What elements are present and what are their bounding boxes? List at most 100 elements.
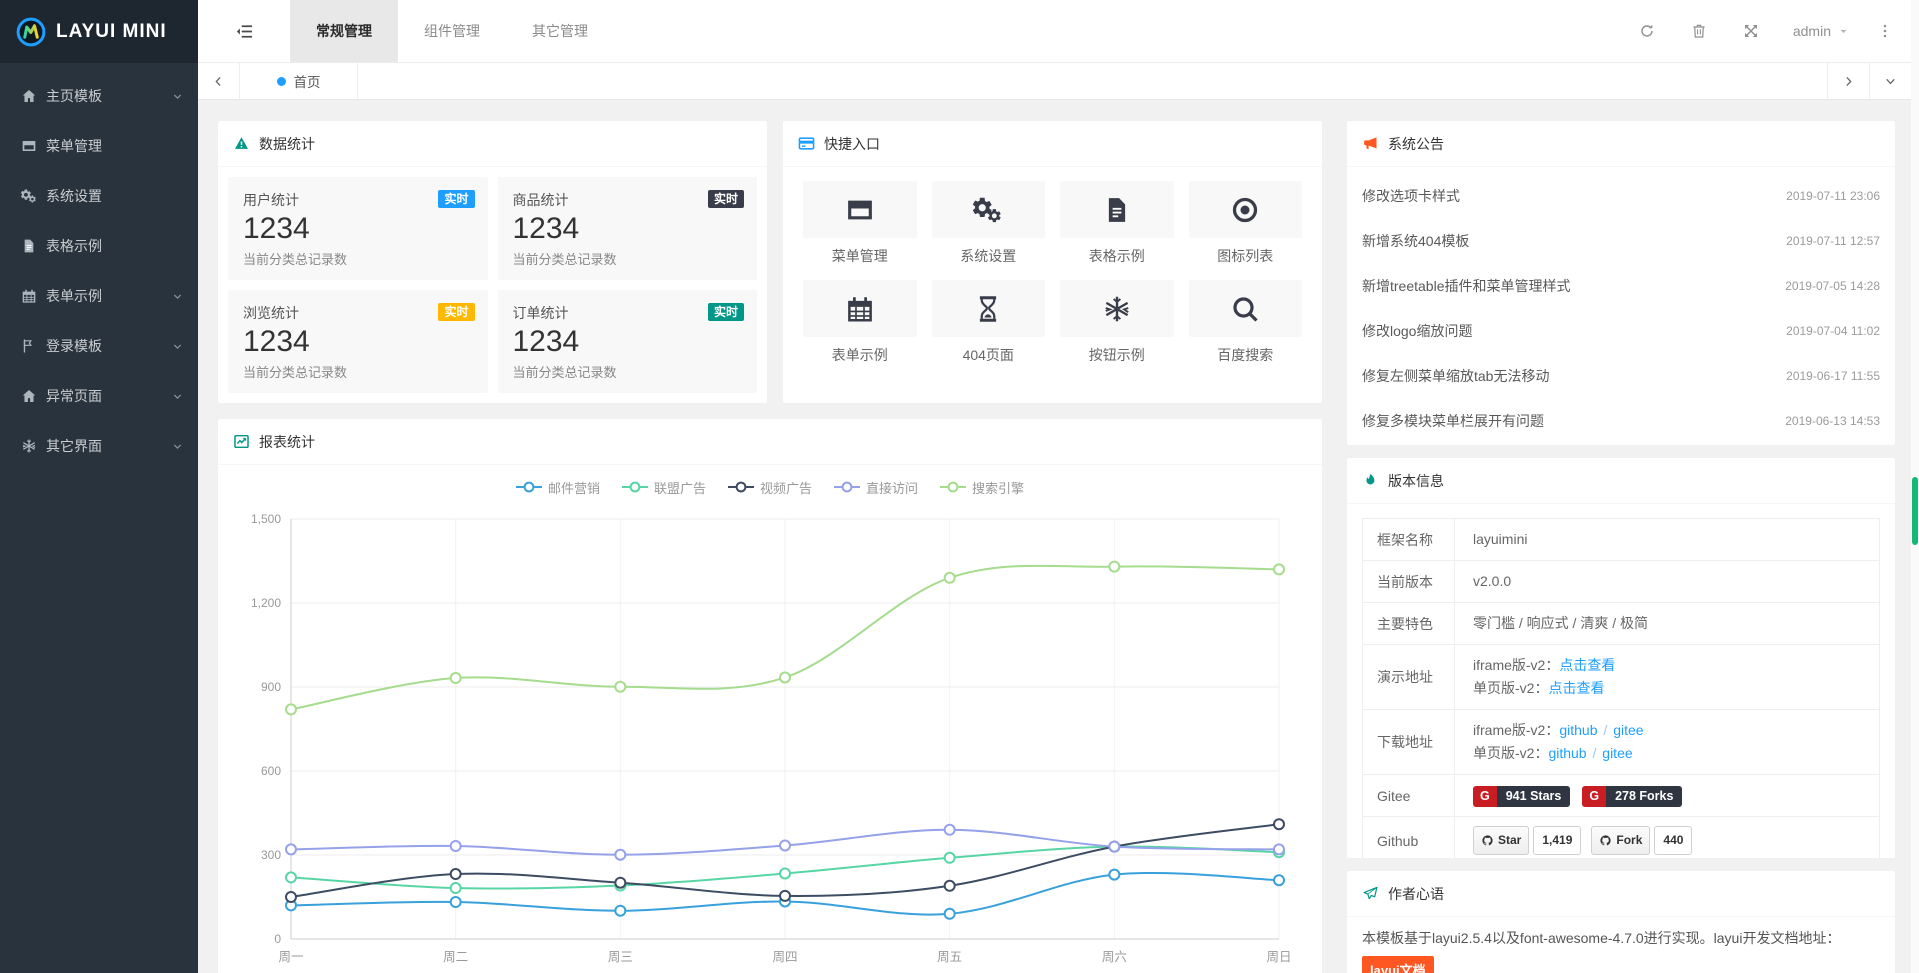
- github-fork-button[interactable]: Fork: [1591, 826, 1650, 855]
- legend-label: 视频广告: [760, 478, 812, 497]
- sidebar-item[interactable]: 主页模板: [0, 71, 198, 121]
- legend-label: 直接访问: [866, 478, 918, 497]
- header-tab[interactable]: 常规管理: [290, 0, 398, 62]
- notice-date: 2019-06-17 11:55: [1786, 369, 1880, 383]
- header-tab[interactable]: 组件管理: [398, 0, 506, 62]
- file-icon: [21, 238, 37, 254]
- notice-date: 2019-07-11 23:06: [1786, 189, 1880, 203]
- file-icon: [1060, 181, 1174, 238]
- quick-entry-百度搜索[interactable]: 百度搜索: [1189, 280, 1303, 375]
- link-prefix: 单页版-v2：: [1473, 680, 1548, 696]
- header-tab[interactable]: 其它管理: [506, 0, 614, 62]
- version-row: 下载地址iframe版-v2：github / gitee单页版-v2：gith…: [1363, 710, 1880, 775]
- legend-item[interactable]: 搜索引擎: [940, 478, 1024, 497]
- layui-doc-badge[interactable]: layui文档: [1362, 956, 1434, 973]
- legend-label: 联盟广告: [654, 478, 706, 497]
- clear-cache-button[interactable]: [1673, 0, 1725, 63]
- legend-item[interactable]: 视频广告: [728, 478, 812, 497]
- line-chart-canvas: 03006009001,2001,500周一周二周三周四周五周六周日: [233, 503, 1307, 973]
- version-link[interactable]: 点击查看: [1548, 680, 1604, 696]
- gitee-badge[interactable]: G278 Forks: [1582, 786, 1682, 807]
- chart-legend: 邮件营销 联盟广告 视频广告 直接访问 搜索引擎: [218, 471, 1322, 503]
- cogs-icon: [973, 195, 1003, 225]
- legend-item[interactable]: 邮件营销: [516, 478, 600, 497]
- legend-marker-icon: [728, 481, 754, 493]
- chevron-down-icon: [172, 391, 183, 402]
- more-menu-button[interactable]: [1865, 0, 1905, 63]
- legend-item[interactable]: 联盟广告: [622, 478, 706, 497]
- refresh-button[interactable]: [1621, 0, 1673, 63]
- github-star-button[interactable]: Star: [1473, 826, 1529, 855]
- notice-text: 修改选项卡样式: [1362, 186, 1472, 206]
- header-tabs: 常规管理组件管理其它管理: [290, 0, 614, 62]
- notice-text: 修改logo缩放问题: [1362, 321, 1484, 341]
- sidebar-item[interactable]: 其它界面: [0, 421, 198, 471]
- snowflake-icon: [1102, 294, 1132, 324]
- tab-scroll-right-button[interactable]: [1827, 63, 1869, 99]
- line-chart-icon: [233, 433, 250, 450]
- tab-home[interactable]: 首页: [240, 63, 358, 99]
- fullscreen-button[interactable]: [1725, 0, 1777, 63]
- cogs-icon: [932, 181, 1046, 238]
- svg-text:周四: 周四: [772, 950, 797, 964]
- version-link[interactable]: gitee: [1613, 722, 1643, 738]
- legend-label: 邮件营销: [548, 478, 600, 497]
- tab-operations-button[interactable]: [1869, 63, 1911, 99]
- cogs-icon: [21, 188, 37, 204]
- version-link[interactable]: github: [1559, 722, 1597, 738]
- quick-entry-label: 404页面: [932, 345, 1046, 365]
- quick-entry-表格示例[interactable]: 表格示例: [1060, 181, 1174, 276]
- quick-entry-系统设置[interactable]: 系统设置: [932, 181, 1046, 276]
- flag-icon: [21, 338, 37, 354]
- quick-entry-404页面[interactable]: 404页面: [932, 280, 1046, 375]
- quick-grid: 菜单管理系统设置表格示例图标列表表单示例 404页面按钮示例百度搜索: [783, 167, 1322, 389]
- sidebar-item-label: 表格示例: [46, 236, 183, 256]
- tab-bar-spacer: [358, 63, 1827, 99]
- version-link[interactable]: github: [1548, 745, 1586, 761]
- legend-item[interactable]: 直接访问: [834, 478, 918, 497]
- svg-text:1,500: 1,500: [251, 512, 281, 526]
- version-link[interactable]: 点击查看: [1559, 657, 1615, 673]
- github-count[interactable]: 440: [1654, 826, 1692, 855]
- scrollbar-thumb[interactable]: [1912, 477, 1918, 545]
- user-menu[interactable]: admin: [1777, 0, 1865, 63]
- trash-icon: [1691, 23, 1707, 39]
- svg-text:周一: 周一: [278, 950, 303, 964]
- gitee-badge[interactable]: G941 Stars: [1473, 786, 1570, 807]
- sidebar-item[interactable]: 表格示例: [0, 221, 198, 271]
- quick-entry-表单示例[interactable]: 表单示例: [803, 280, 917, 375]
- version-row-value: v2.0.0: [1455, 561, 1880, 603]
- window-icon: [845, 195, 875, 225]
- hourglass-icon: [973, 294, 1003, 324]
- sidebar-item[interactable]: 系统设置: [0, 171, 198, 221]
- notice-item: 新增系统404模板2019-07-11 12:57: [1362, 218, 1880, 263]
- tab-scroll-left-button[interactable]: [198, 63, 240, 99]
- legend-marker-icon: [516, 481, 542, 493]
- quick-entry-label: 菜单管理: [803, 246, 917, 266]
- svg-text:600: 600: [261, 764, 281, 778]
- link-prefix: iframe版-v2：: [1473, 722, 1559, 738]
- sidebar-item[interactable]: 表单示例: [0, 271, 198, 321]
- flag-icon: [21, 338, 37, 354]
- notice-item: 修改选项卡样式 2019-07-11 23:06: [1362, 173, 1880, 218]
- home-icon: [21, 388, 37, 404]
- gitee-badge-label: 941 Stars: [1497, 786, 1571, 807]
- page-scrollbar[interactable]: [1911, 0, 1919, 973]
- quick-entry-图标列表[interactable]: 图标列表: [1189, 181, 1303, 276]
- version-row: 当前版本v2.0.0: [1363, 561, 1880, 603]
- app-logo[interactable]: LAYUI MINI: [0, 0, 198, 63]
- chevron-down-icon: [172, 441, 183, 452]
- sidebar-item[interactable]: 菜单管理: [0, 121, 198, 171]
- sidebar-toggle-button[interactable]: [198, 0, 290, 62]
- sidebar-item[interactable]: 登录模板: [0, 321, 198, 371]
- sidebar-item[interactable]: 异常页面: [0, 371, 198, 421]
- quick-entry-按钮示例[interactable]: 按钮示例: [1060, 280, 1174, 375]
- version-link[interactable]: gitee: [1602, 745, 1632, 761]
- version-row-label: 演示地址: [1363, 645, 1455, 710]
- notice-text: 新增系统404模板: [1362, 231, 1481, 251]
- quick-entry-菜单管理[interactable]: 菜单管理: [803, 181, 917, 276]
- github-count[interactable]: 1,419: [1533, 826, 1581, 855]
- version-row-label: Gitee: [1363, 775, 1455, 817]
- version-row-label: 当前版本: [1363, 561, 1455, 603]
- fullscreen-icon: [1743, 23, 1759, 39]
